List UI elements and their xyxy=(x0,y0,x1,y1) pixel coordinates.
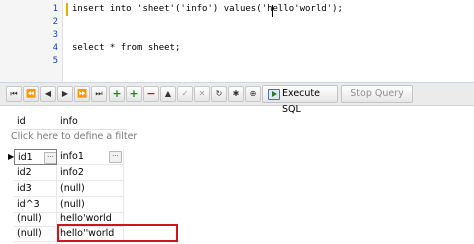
add-record-icon[interactable]: + xyxy=(109,86,125,102)
execute-sql-icon xyxy=(268,89,280,100)
table-cell-id[interactable]: id1 ··· xyxy=(14,149,57,165)
filter-row[interactable]: Click here to define a filter xyxy=(11,131,137,142)
refresh-icon[interactable]: ↻ xyxy=(211,86,227,102)
add-multiple-records-icon[interactable]: + xyxy=(126,86,142,102)
cell-value: info1 xyxy=(60,151,84,162)
table-cell-id[interactable]: (null) xyxy=(14,226,57,242)
prev-page-icon[interactable]: ⏪ xyxy=(23,86,39,102)
table-cell-id[interactable]: (null) xyxy=(14,211,57,227)
line-number: 5 xyxy=(52,56,58,66)
next-page-icon[interactable]: ⏩ xyxy=(74,86,90,102)
column-header-info[interactable]: info xyxy=(57,114,127,130)
table-cell-info[interactable]: info1 ··· xyxy=(57,149,124,165)
line-number: 3 xyxy=(52,30,58,40)
current-line-marker xyxy=(66,3,68,16)
table-cell-info[interactable]: (null) xyxy=(57,181,124,197)
line-number: 4 xyxy=(52,43,58,53)
filter-icon[interactable]: ⊕ xyxy=(245,86,261,102)
table-cell-id[interactable]: id3 xyxy=(14,181,57,197)
sql-editor[interactable]: 1 2 3 4 5 insert into 'sheet'('info') va… xyxy=(0,0,474,83)
delete-record-icon[interactable]: − xyxy=(143,86,159,102)
stop-query-button[interactable]: Stop Query xyxy=(341,85,413,103)
cell-value: id1 xyxy=(18,152,33,163)
text-caret xyxy=(272,5,273,17)
column-header-id[interactable]: id xyxy=(14,114,57,130)
confirm-icon[interactable]: ✓ xyxy=(177,86,193,102)
execute-sql-button[interactable]: Execute SQL xyxy=(262,85,338,115)
prev-record-icon[interactable]: ◀ xyxy=(40,86,56,102)
stop-query-label: Stop Query xyxy=(350,88,404,99)
next-record-icon[interactable]: ▶ xyxy=(57,86,73,102)
code-line[interactable]: select * from sheet; xyxy=(72,43,180,53)
asterisk-icon[interactable]: ✱ xyxy=(228,86,244,102)
line-number: 2 xyxy=(52,17,58,27)
line-number-gutter: 1 2 3 4 5 xyxy=(0,0,63,82)
grid-toolbar: ⏮ ⏪ ◀ ▶ ⏩ ⏭ + + − ▲ ✓ ✕ ↻ ✱ ⊕ Execute SQ… xyxy=(0,83,474,115)
table-cell-info[interactable]: info2 xyxy=(57,165,124,181)
line-number: 1 xyxy=(52,4,58,14)
first-record-icon[interactable]: ⏮ xyxy=(6,86,22,102)
table-cell-id[interactable]: id2 xyxy=(14,165,57,181)
move-up-icon[interactable]: ▲ xyxy=(160,86,176,102)
highlight-box xyxy=(57,224,178,242)
ellipsis-button[interactable]: ··· xyxy=(44,152,56,164)
code-line[interactable]: insert into 'sheet'('info') values('hell… xyxy=(72,4,343,14)
execute-sql-label: Execute SQL xyxy=(282,88,320,115)
cancel-icon[interactable]: ✕ xyxy=(194,86,210,102)
last-record-icon[interactable]: ⏭ xyxy=(91,86,107,102)
ellipsis-button[interactable]: ··· xyxy=(109,151,122,163)
